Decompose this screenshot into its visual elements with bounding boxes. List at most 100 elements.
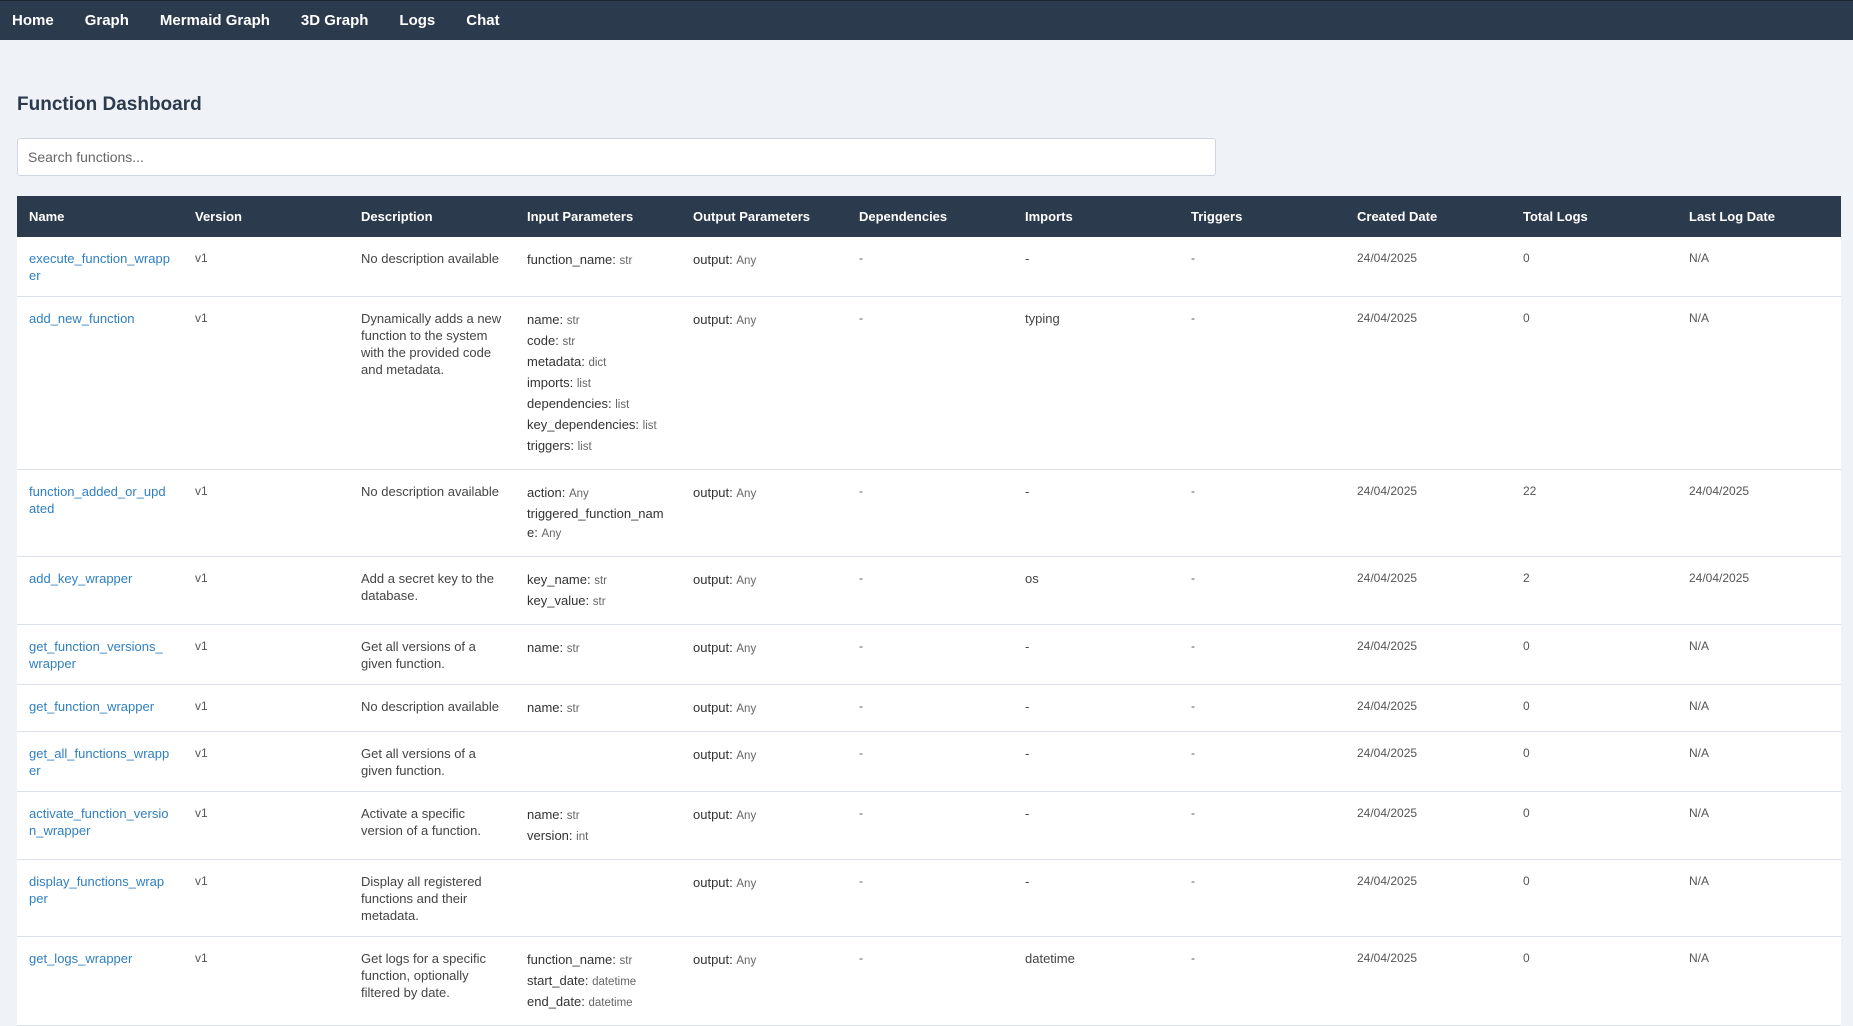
parameter-type: Any [541,528,562,540]
function-name-link[interactable]: display_functions_wrapper [29,874,164,906]
cell-output-parameters: output: Any [681,556,847,625]
table-row: get_function_versions_wrapper v1 Get all v… [17,624,1841,685]
cell-total-logs: 0 [1511,731,1677,792]
cell-last-log-date: N/A [1677,684,1841,732]
parameter-type: str [566,703,580,715]
parameter-type: int [576,831,589,843]
cell-name: display_functions_wrapper [17,859,183,937]
input-parameter: start_date: datetime [527,971,669,992]
cell-dependencies: - [847,556,1013,625]
function-name-link[interactable]: execute_function_wrapper [29,251,170,283]
output-parameter: output: Any [693,638,835,659]
cell-description: No description available [349,237,515,297]
cell-imports: - [1013,237,1179,297]
cell-input-parameters: action: Any triggered_function_name: Any [515,469,681,557]
parameter-name: name [527,312,560,327]
input-parameter: dependencies: list [527,394,669,415]
cell-input-parameters: function_name: str [515,237,681,297]
cell-name: get_function_wrapper [17,684,183,732]
column-header-created-date: Created Date [1357,209,1438,224]
cell-description: Activate a specific version of a functio… [349,791,515,860]
parameter-type: Any [736,315,757,327]
function-name-link[interactable]: activate_function_version_wrapper [29,806,168,838]
output-parameter: output: Any [693,570,835,591]
input-parameter: function_name: str [527,250,669,271]
cell-imports: - [1013,791,1179,860]
parameter-type: Any [736,255,757,267]
nav-3d-graph[interactable]: 3D Graph [301,12,369,29]
cell-triggers: - [1179,556,1345,625]
cell-description: No description available [349,469,515,557]
parameter-separator: : [569,375,577,390]
cell-triggers: - [1179,684,1345,732]
cell-description: Dynamically adds a new function to the s… [349,296,515,470]
parameter-name: imports [527,375,570,390]
cell-triggers: - [1179,731,1345,792]
input-parameter: function_name: str [527,950,669,971]
nav-chat[interactable]: Chat [466,12,499,29]
output-parameter: output: Any [693,483,835,504]
cell-version: v1 [183,556,349,625]
cell-total-logs: 0 [1511,936,1677,1026]
parameter-name: start_date [527,973,585,988]
function-name-link[interactable]: get_logs_wrapper [29,951,132,966]
parameter-type: str [562,336,576,348]
input-parameter: key_name: str [527,570,669,591]
cell-version: v1 [183,469,349,557]
parameter-type: Any [736,643,757,655]
parameter-name: function_name [527,252,613,267]
parameter-type: str [566,315,580,327]
cell-output-parameters: output: Any [681,731,847,792]
cell-triggers: - [1179,237,1345,297]
cell-total-logs: 0 [1511,624,1677,685]
cell-last-log-date: 24/04/2025 [1677,556,1841,625]
cell-triggers: - [1179,859,1345,937]
parameter-type: Any [736,878,757,890]
input-parameter: key_dependencies: list [527,415,669,436]
cell-input-parameters: function_name: str start_date: datetime en… [515,936,681,1026]
function-name-link[interactable]: function_added_or_updated [29,484,166,516]
input-parameter: triggered_function_name: Any [527,504,669,544]
column-header-input-parameters: Input Parameters [527,209,634,224]
function-name-link[interactable]: add_key_wrapper [29,571,132,586]
cell-dependencies: - [847,237,1013,297]
cell-name: get_all_functions_wrapper [17,731,183,792]
table-row: activate_function_version_wrapper v1 Activ… [17,791,1841,860]
cell-output-parameters: output: Any [681,936,847,1026]
function-name-link[interactable]: get_function_versions_wrapper [29,639,163,671]
cell-total-logs: 0 [1511,684,1677,732]
cell-total-logs: 0 [1511,791,1677,860]
parameter-name: output [693,572,730,587]
cell-description: Get logs for a specific function, option… [349,936,515,1026]
output-parameter: output: Any [693,805,835,826]
cell-output-parameters: output: Any [681,624,847,685]
cell-dependencies: - [847,684,1013,732]
parameter-name: output [693,952,730,967]
nav-mermaid-graph[interactable]: Mermaid Graph [160,12,270,29]
cell-version: v1 [183,791,349,860]
cell-imports: - [1013,624,1179,685]
cell-description: No description available [349,684,515,732]
column-header-dependencies: Dependencies [859,209,948,224]
nav-graph[interactable]: Graph [85,12,129,29]
parameter-type: str [594,575,607,587]
parameter-name: name [527,807,560,822]
input-parameter: metadata: dict [527,352,669,373]
table-row: add_new_function v1 Dynamically adds a new… [17,296,1841,470]
function-name-link[interactable]: add_new_function [29,311,135,326]
output-parameter: output: Any [693,745,835,766]
parameter-name: output [693,252,730,267]
nav-home[interactable]: Home [12,12,54,29]
cell-description: Add a secret key to the database. [349,556,515,625]
search-input[interactable] [17,138,1216,176]
parameter-type: Any [736,703,757,715]
table-row: execute_function_wrapper v1 No description… [17,237,1841,297]
cell-created-date: 24/04/2025 [1345,556,1511,625]
function-name-link[interactable]: get_function_wrapper [29,699,154,714]
nav-logs[interactable]: Logs [399,12,435,29]
cell-created-date: 24/04/2025 [1345,296,1511,470]
parameter-separator: : [570,438,578,453]
parameter-name: name [527,700,560,715]
function-name-link[interactable]: get_all_functions_wrapper [29,746,169,778]
parameter-name: action [527,485,562,500]
